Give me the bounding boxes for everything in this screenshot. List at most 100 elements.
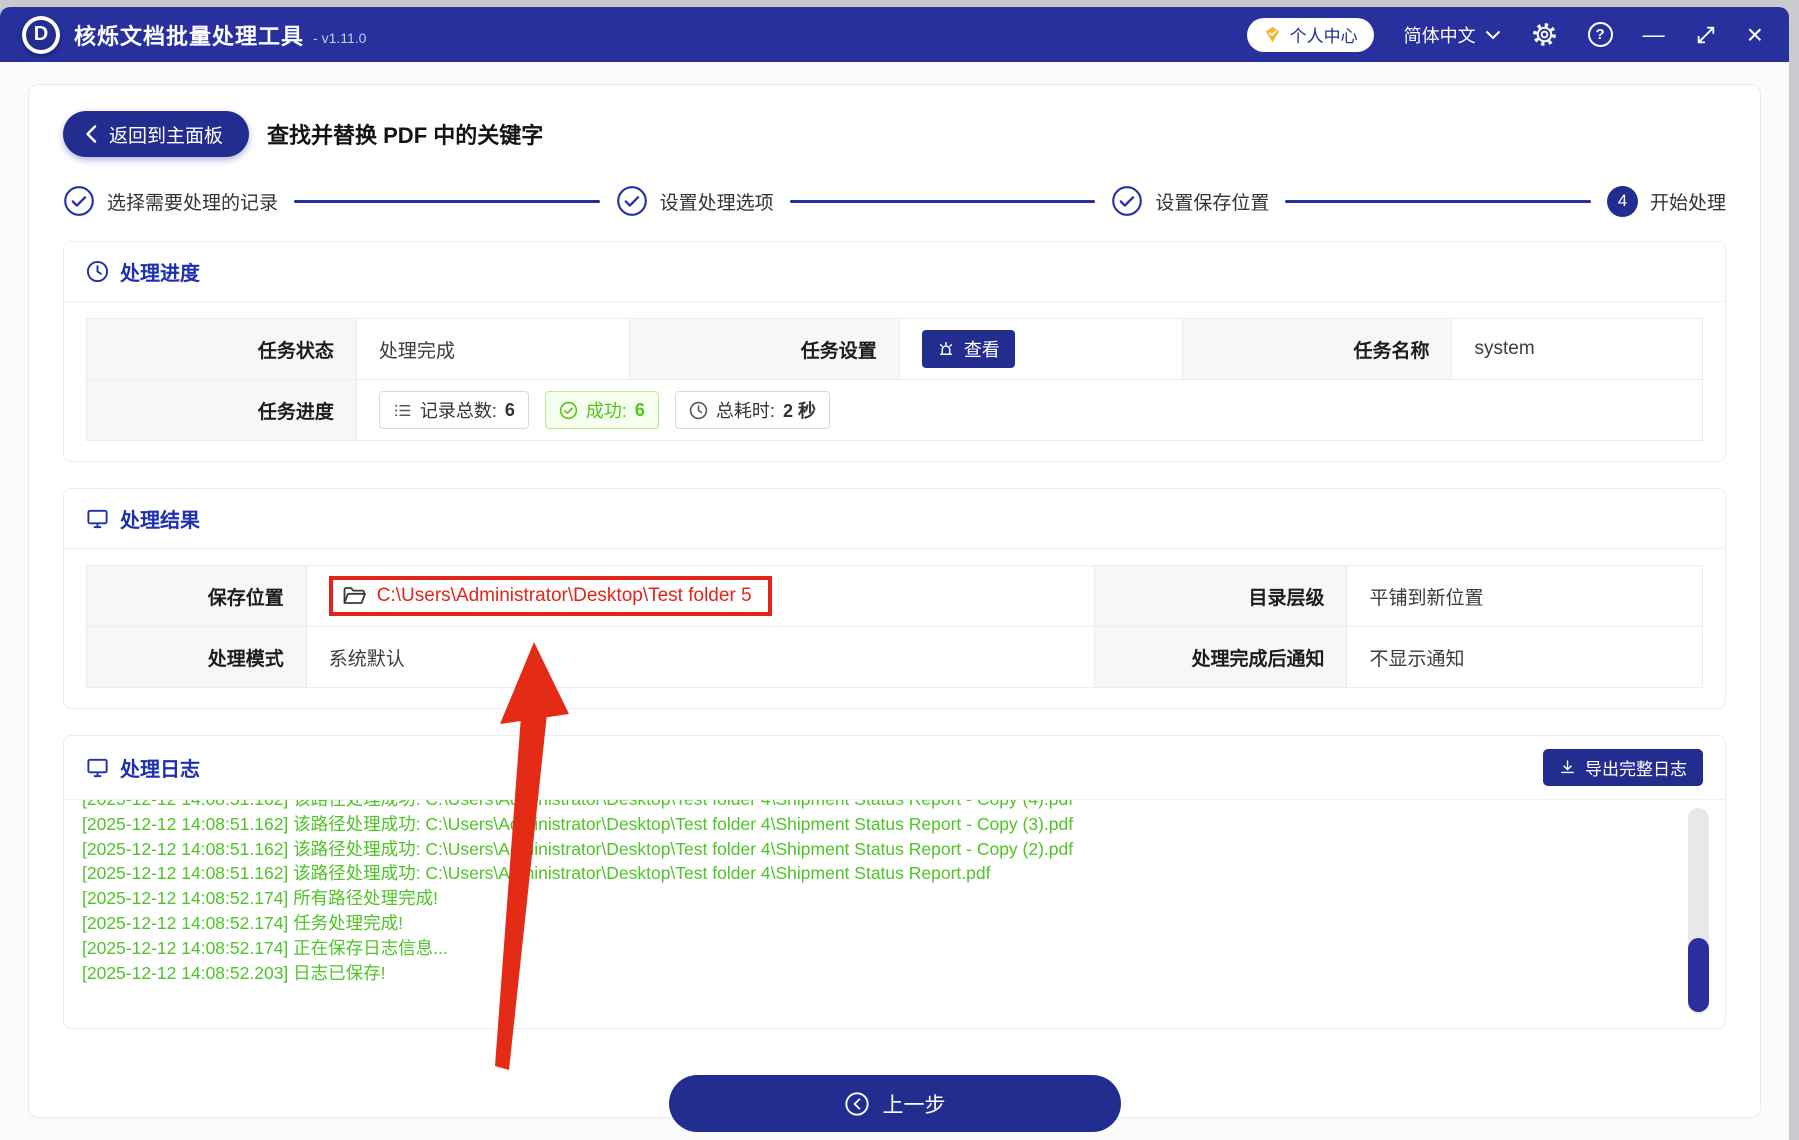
clock-icon [689,401,708,420]
maximize-button[interactable] [1695,24,1717,46]
log-line: [2025-12-12 14:08:51.162] 该路径处理成功: C:\Us… [82,800,1669,812]
success-label: 成功: [585,401,627,421]
app-version: - v1.11.0 [313,29,367,46]
log-section: 处理日志 导出完整日志 [2025-12-12 14:08:51.162] 该路… [63,735,1726,1029]
check-circle-icon [559,401,578,420]
progress-table: 任务状态 处理完成 任务设置 查看 任务名称 system 任务进度 记录总数:… [86,318,1704,441]
app-logo-letter: D [26,19,56,50]
log-lines: [2025-12-12 14:08:51.162] 该路径处理成功: C:\Us… [82,800,1669,985]
language-selector[interactable]: 简体中文 [1404,22,1501,48]
step-label: 设置处理选项 [659,192,774,214]
check-circle-icon [63,185,95,217]
card-footer: 上一步 [29,1057,1760,1140]
result-section: 处理结果 保存位置 C:\Users\Administrator\Desktop… [63,488,1726,709]
page-background: 返回到主面板 查找并替换 PDF 中的关键字 选择需要处理的记录 设置处理选项 … [0,62,1789,1140]
vip-gem-icon [1263,25,1282,44]
result-section-header: 处理结果 [64,489,1725,549]
back-to-dashboard-button[interactable]: 返回到主面板 [63,111,250,157]
check-circle-icon [1111,185,1143,217]
preview-icon [937,340,955,358]
total-records-label: 记录总数: [419,401,497,421]
settings-gear-icon[interactable] [1531,21,1558,48]
app-window: D 核烁文档批量处理工具 - v1.11.0 个人中心 简体中文 ? — × 返… [0,7,1789,1140]
process-mode-label: 处理模式 [86,626,307,688]
app-logo: D [22,15,60,54]
help-icon[interactable]: ? [1587,22,1613,47]
success-badge: 成功: 6 [544,391,659,429]
step-connector [294,199,600,203]
task-progress-label: 任务进度 [86,379,357,441]
previous-step-button[interactable]: 上一步 [668,1075,1121,1132]
notify-value: 不显示通知 [1346,626,1703,688]
main-card: 返回到主面板 查找并替换 PDF 中的关键字 选择需要处理的记录 设置处理选项 … [28,84,1761,1132]
export-log-label: 导出完整日志 [1585,760,1687,779]
clock-icon [86,260,109,283]
step-number-badge: 4 [1606,185,1638,217]
elapsed-time-label: 总耗时: [715,401,775,421]
log-scrollbar-thumb[interactable] [1688,938,1709,1012]
elapsed-time-value: 2 秒 [782,401,816,421]
log-section-header: 处理日志 导出完整日志 [64,736,1725,800]
total-records-badge: 记录总数: 6 [378,391,529,429]
user-center-label: 个人中心 [1289,27,1358,46]
log-scrollbar-track[interactable] [1688,808,1709,1014]
dir-level-value: 平铺到新位置 [1346,565,1703,627]
step-label: 开始处理 [1649,192,1726,214]
log-output[interactable]: [2025-12-12 14:08:51.162] 该路径处理成功: C:\Us… [64,800,1725,1028]
step-1-select-records: 选择需要处理的记录 [63,185,278,217]
step-4-start-processing: 4 开始处理 [1606,185,1726,217]
monitor-icon [86,507,109,530]
chevron-left-icon [85,125,97,143]
wizard-stepper: 选择需要处理的记录 设置处理选项 设置保存位置 4 开始处理 [29,169,1760,241]
view-settings-label: 查看 [963,340,1000,360]
user-center-button[interactable]: 个人中心 [1246,17,1374,52]
log-line: [2025-12-12 14:08:52.174] 所有路径处理完成! [82,888,439,909]
task-status-value: 处理完成 [355,318,630,380]
progress-section-header: 处理进度 [64,242,1725,302]
save-location-path[interactable]: C:\Users\Administrator\Desktop\Test fold… [377,585,752,607]
log-section-title: 处理日志 [120,759,200,781]
language-label: 简体中文 [1403,25,1476,46]
task-name-value: system [1451,318,1703,380]
step-3-save-location: 设置保存位置 [1111,185,1269,217]
process-mode-value: 系统默认 [305,626,1096,688]
card-header: 返回到主面板 查找并替换 PDF 中的关键字 [29,85,1760,169]
dir-level-label: 目录层级 [1094,565,1348,627]
progress-section: 处理进度 任务状态 处理完成 任务设置 查看 任务名称 system 任务进度 … [63,241,1726,462]
back-button-label: 返回到主面板 [109,125,224,147]
step-label: 选择需要处理的记录 [107,192,279,214]
titlebar: D 核烁文档批量处理工具 - v1.11.0 个人中心 简体中文 ? — × [0,7,1789,62]
log-line: [2025-12-12 14:08:52.203] 日志已保存! [82,962,386,983]
view-settings-button[interactable]: 查看 [921,330,1015,368]
result-table: 保存位置 C:\Users\Administrator\Desktop\Test… [86,565,1703,688]
total-records-value: 6 [504,399,515,420]
log-line: [2025-12-12 14:08:51.162] 该路径处理成功: C:\Us… [82,863,991,884]
app-title: 核烁文档批量处理工具 [74,23,305,49]
previous-step-label: 上一步 [882,1093,946,1117]
step-2-processing-options: 设置处理选项 [616,185,774,217]
task-status-label: 任务状态 [86,318,357,380]
result-section-title: 处理结果 [120,510,200,532]
log-line: [2025-12-12 14:08:52.174] 正在保存日志信息... [82,937,448,958]
step-connector [1285,199,1591,203]
log-line: [2025-12-12 14:08:52.174] 任务处理完成! [82,912,404,933]
chevron-down-icon [1485,30,1501,40]
step-connector [789,199,1096,203]
task-name-label: 任务名称 [1181,318,1453,380]
progress-section-title: 处理进度 [120,263,200,285]
minimize-button[interactable]: — [1643,23,1665,45]
ordered-list-icon [393,401,412,420]
folder-icon [342,584,366,608]
log-line: [2025-12-12 14:08:51.162] 该路径处理成功: C:\Us… [82,838,1074,859]
page-title: 查找并替换 PDF 中的关键字 [267,123,544,148]
log-line: [2025-12-12 14:08:51.162] 该路径处理成功: C:\Us… [82,813,1074,834]
notify-label: 处理完成后通知 [1094,626,1348,688]
success-value: 6 [634,399,645,420]
step-label: 设置保存位置 [1155,192,1270,214]
close-button[interactable]: × [1747,20,1763,48]
export-log-button[interactable]: 导出完整日志 [1543,749,1703,786]
check-circle-icon [616,185,648,217]
monitor-icon [86,756,109,779]
save-location-label: 保存位置 [86,565,307,627]
elapsed-time-badge: 总耗时: 2 秒 [674,391,830,429]
